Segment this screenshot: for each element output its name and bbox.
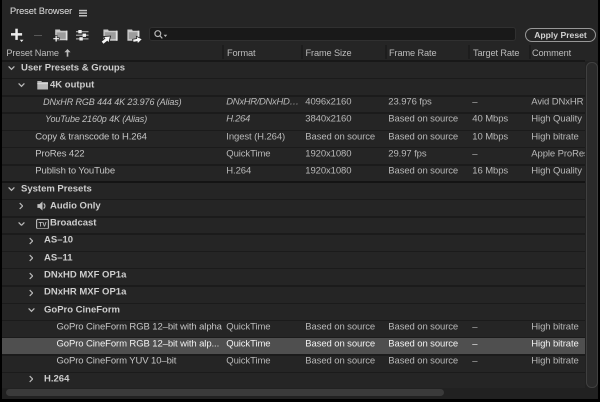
svg-text:TV: TV <box>39 221 48 228</box>
